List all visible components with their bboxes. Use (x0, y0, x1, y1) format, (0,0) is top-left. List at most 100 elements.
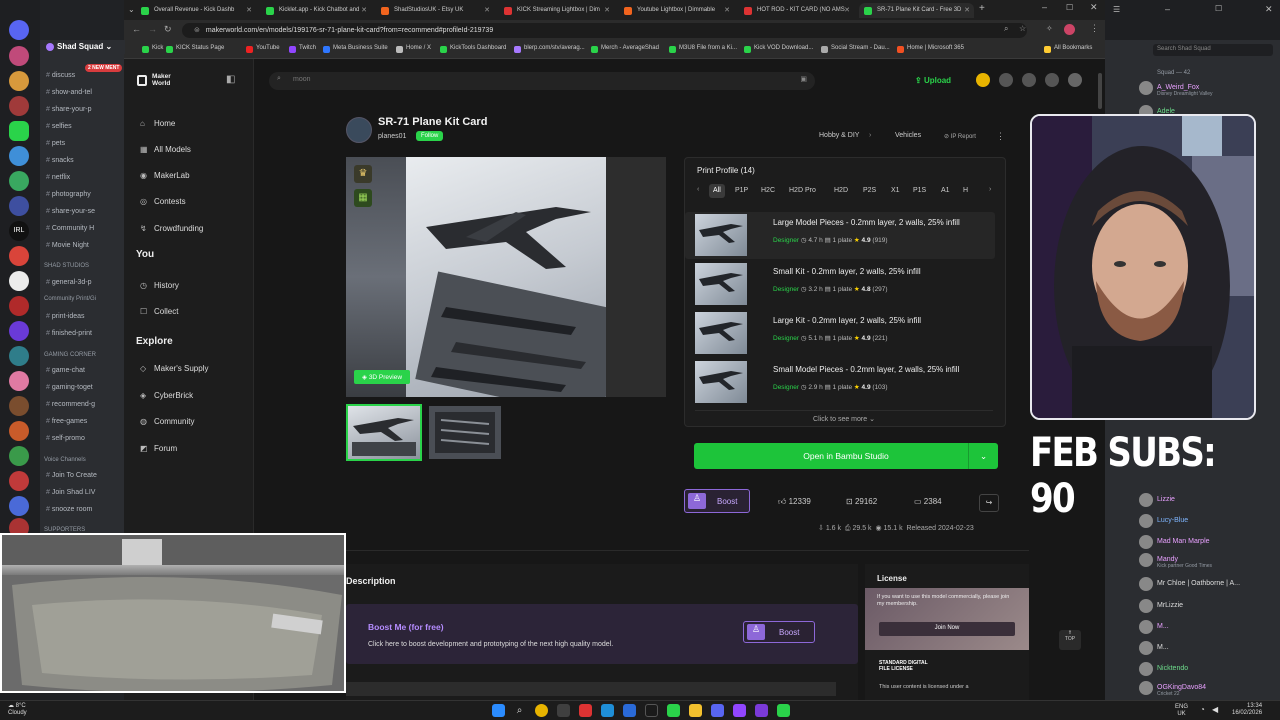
channel-item[interactable]: # photography (46, 191, 91, 198)
server-icon[interactable] (9, 296, 29, 316)
nav-forum[interactable]: ◩ Forum (140, 444, 177, 453)
open-in-bambu-button[interactable]: Open in Bambu Studio ⌄ (694, 443, 998, 469)
nav-collect[interactable]: ☐ Collect (140, 307, 178, 316)
nav-crowdfunding[interactable]: ↯ Crowdfunding (140, 224, 203, 233)
channel-item[interactable]: # Community H (46, 225, 94, 232)
nav-home[interactable]: ⌂ Home (140, 119, 175, 128)
site-info-icon[interactable]: ⊜ (194, 27, 200, 34)
close-tab-icon[interactable]: ✕ (361, 6, 367, 14)
channel-item[interactable]: # free-games (46, 418, 87, 425)
member-item[interactable]: M... (1139, 620, 1169, 634)
member-item[interactable]: Mad Man Marple (1139, 535, 1210, 549)
channel-category[interactable]: GAMING CORNER (44, 352, 96, 358)
server-icon[interactable] (9, 171, 29, 191)
channel-item[interactable]: # general-3d-p (46, 279, 92, 286)
maximize-icon[interactable]: ☐ (1215, 4, 1222, 13)
server-icon[interactable] (9, 271, 29, 291)
close-tab-icon[interactable]: ✕ (246, 6, 252, 14)
app-icon[interactable] (579, 704, 592, 717)
nav-history[interactable]: ◷ History (140, 281, 179, 290)
server-icon[interactable] (9, 371, 29, 391)
server-icon[interactable] (9, 46, 29, 66)
inbox-icon[interactable]: ☰ (1113, 5, 1120, 14)
file-explorer-icon[interactable] (689, 704, 702, 717)
close-tab-icon[interactable]: ✕ (484, 6, 490, 14)
minimize-icon[interactable]: – (1165, 4, 1170, 14)
bookmark-item[interactable]: Meta Business Suite (323, 45, 388, 53)
upload-button[interactable]: ⇪ Upload (915, 72, 967, 90)
cart-icon[interactable] (999, 73, 1013, 87)
language-indicator[interactable]: ENG UK (1175, 704, 1188, 718)
browser-tab[interactable]: ShadStudiosUK - Etsy UK ✕ (376, 3, 494, 18)
browser-tab[interactable]: KICK Streaming Lightbox | Dim ✕ (499, 3, 614, 18)
maximize-icon[interactable]: ☐ (1066, 3, 1073, 12)
browser-tab[interactable]: Kicklet.app - Kick Chatbot and ✕ (261, 3, 371, 18)
bookmark-item[interactable]: blerp.com/stv/averag... (514, 45, 585, 53)
channel-category[interactable]: Voice Channels (44, 457, 86, 463)
browser-tab[interactable]: Overall Revenue - Kick Dashb ✕ (136, 3, 256, 18)
server-icon[interactable] (9, 421, 29, 441)
extensions-icon[interactable]: ✧ (1046, 24, 1053, 33)
member-item[interactable]: A_Weird_Fox Disney Dreamlight Valley (1139, 81, 1212, 97)
browser-menu-icon[interactable]: ⋮ (1090, 23, 1099, 34)
nav-makerlab[interactable]: ◉ MakerLab (140, 171, 190, 180)
thumbnail-2[interactable] (429, 406, 501, 459)
server-icon[interactable] (9, 96, 29, 116)
channel-item[interactable]: # gaming-toget (46, 384, 93, 391)
author-avatar[interactable] (346, 117, 372, 143)
follow-button[interactable]: Follow (416, 131, 444, 141)
close-tab-icon[interactable]: ✕ (724, 6, 730, 14)
clock[interactable]: 13:34 16/02/2026 (1232, 703, 1262, 717)
scrollbar-thumb[interactable] (1098, 73, 1102, 109)
url-input[interactable]: ⊜ makerworld.com/en/models/199176-sr-71-p… (182, 23, 1027, 38)
member-item[interactable]: MrLizzie (1139, 599, 1183, 613)
bookmark-item[interactable]: M3U8 File from a Ki... (669, 45, 737, 53)
discord-icon[interactable] (711, 704, 724, 717)
new-tab-icon[interactable]: + (979, 3, 985, 14)
discord-search-input[interactable]: Search Shad Squad (1153, 44, 1273, 56)
model-image-viewer[interactable]: ♛ ▦ ◈ 3D Preview (346, 157, 666, 397)
print-profile-row[interactable]: Large Kit - 0.2mm layer, 2 walls, 25% in… (685, 310, 995, 357)
boost-me-banner[interactable]: Boost Me (for free) Click here to boost … (346, 604, 858, 664)
app-icon[interactable] (755, 704, 768, 717)
boost-me-button[interactable]: ♙ Boost (743, 621, 815, 643)
nav-all-models[interactable]: ▦ All Models (140, 145, 191, 154)
globe-icon[interactable] (1022, 73, 1036, 87)
tab-list-icon[interactable]: ⌄ (128, 5, 135, 14)
channel-item[interactable]: # pets (46, 140, 65, 147)
server-icon[interactable]: IRL (9, 221, 29, 241)
boost-button[interactable]: ♙ Boost (684, 489, 750, 513)
channel-item[interactable]: # snacks (46, 157, 74, 164)
close-tab-icon[interactable]: ✕ (844, 6, 850, 14)
app-icon[interactable] (557, 704, 570, 717)
points-icon[interactable] (976, 73, 990, 87)
discord-home-icon[interactable] (9, 20, 29, 40)
print-profile-row[interactable]: Small Model Pieces - 0.2mm layer, 2 wall… (685, 359, 995, 406)
channel-item[interactable]: # netflix (46, 174, 70, 181)
app-icon[interactable] (645, 704, 658, 717)
bookmark-item[interactable]: All Bookmarks (1044, 45, 1092, 53)
category-hobby[interactable]: Hobby & DIY (819, 132, 859, 139)
wifi-icon[interactable]: ◔ (1200, 705, 1205, 714)
browser-tab[interactable]: SR-71 Plane Kit Card - Free 3D ✕ (859, 3, 974, 18)
server-icon[interactable] (9, 471, 29, 491)
server-icon[interactable] (9, 446, 29, 466)
bookmark-item[interactable]: Merch - AverageShad (591, 45, 659, 53)
search-icon[interactable]: ⌕ (1004, 24, 1008, 34)
app-icon[interactable] (601, 704, 614, 717)
server-icon[interactable] (9, 496, 29, 516)
app-icon[interactable] (667, 704, 680, 717)
server-icon[interactable] (9, 346, 29, 366)
channel-category[interactable]: SHAD STUDIOS (44, 263, 89, 269)
close-icon[interactable]: ✕ (1265, 4, 1273, 15)
close-window-icon[interactable]: ✕ (1090, 2, 1098, 13)
nav-cyberbrick[interactable]: ◈ CyberBrick (140, 391, 193, 400)
channel-category[interactable]: Community Print/Gi (44, 296, 96, 302)
thumbnail-1[interactable] (346, 404, 422, 461)
channel-item[interactable]: # show-and-tel (46, 89, 92, 96)
close-tab-icon[interactable]: ✕ (964, 6, 970, 14)
image-search-icon[interactable]: ▣ (800, 75, 807, 83)
channel-item[interactable]: # Join Shad LIV (46, 489, 95, 496)
member-item[interactable]: Mandy Kick partner Good Times (1139, 553, 1212, 569)
channel-item[interactable]: # Join To Create (46, 472, 97, 479)
